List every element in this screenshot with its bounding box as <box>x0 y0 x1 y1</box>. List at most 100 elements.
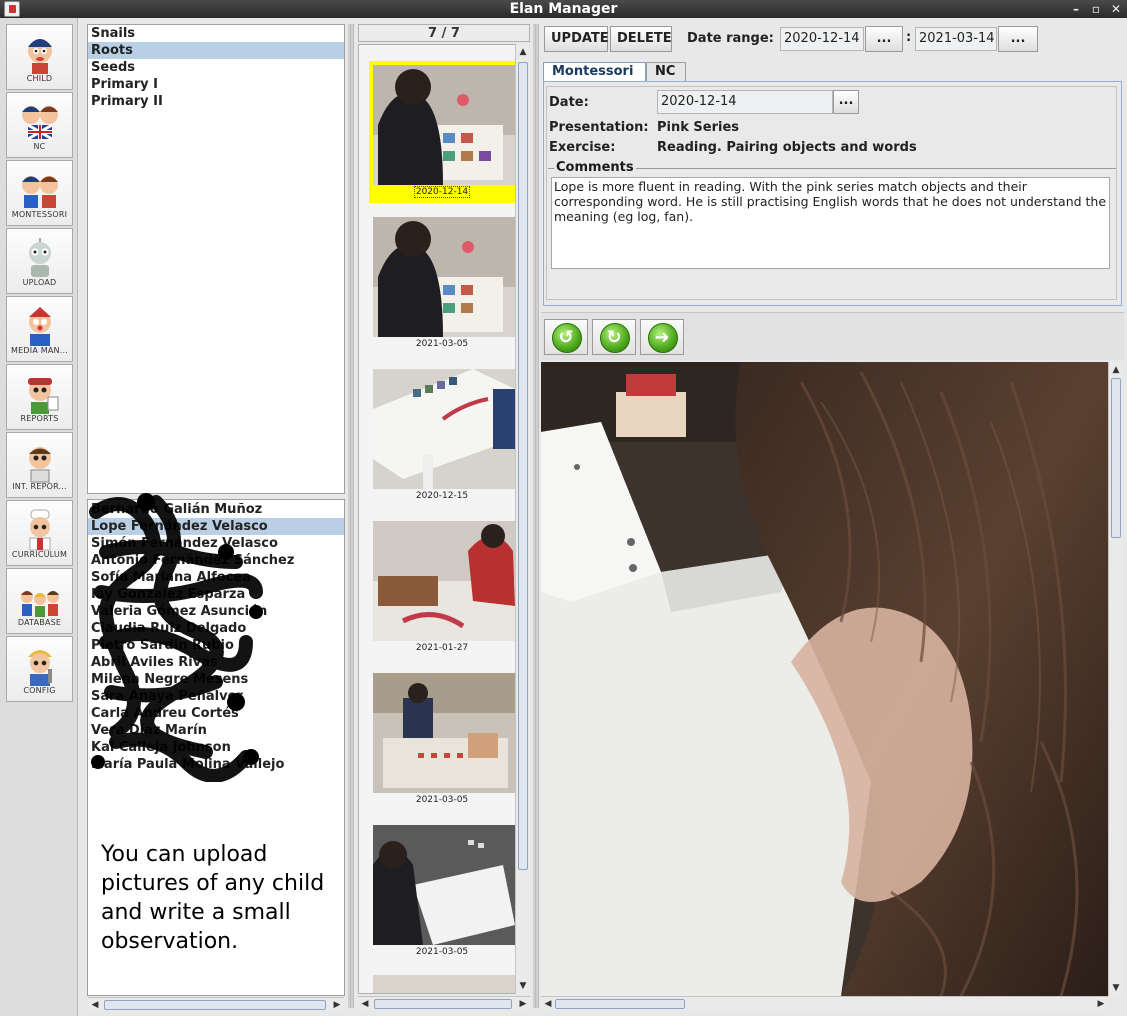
date-to-field[interactable]: 2021-03-14 <box>915 27 997 51</box>
montessori-form: Date: 2020-12-14 ... Presentation: Pink … <box>543 81 1122 306</box>
date-range-label: Date range: <box>687 31 774 46</box>
arrow-right-icon: ➜ <box>654 327 670 348</box>
scroll-down-icon[interactable]: ▼ <box>1110 982 1122 994</box>
scroll-thumb[interactable] <box>374 999 512 1009</box>
thumbnail-hscrollbar[interactable]: ◀ ▶ <box>358 996 530 1010</box>
scroll-left-icon[interactable]: ◀ <box>359 998 371 1010</box>
tab-nc[interactable]: NC <box>646 62 686 82</box>
next-button[interactable]: ➜ <box>640 319 684 355</box>
sidebar-int-reports-button[interactable]: INT. REPOR... <box>6 432 73 498</box>
thumbnail[interactable]: 2020-12-15 <box>369 365 515 507</box>
sidebar-child-button[interactable]: CHILD <box>6 24 73 90</box>
sidebar-database-button[interactable]: DATABASE <box>6 568 73 634</box>
splitter[interactable] <box>348 24 354 1008</box>
date-to-picker-button[interactable]: ... <box>998 26 1038 52</box>
scroll-right-icon[interactable]: ▶ <box>517 998 529 1010</box>
splitter[interactable] <box>533 24 539 1008</box>
list-item[interactable]: Carla Andreu Cortés <box>88 705 344 722</box>
sidebar-label: INT. REPOR... <box>12 482 67 491</box>
sidebar-label: REPORTS <box>20 414 59 423</box>
thumbnail[interactable]: 2021-03-05 <box>369 821 515 963</box>
update-button[interactable]: UPDATE <box>544 26 609 52</box>
thumbnail-image <box>373 521 515 641</box>
scroll-left-icon[interactable]: ◀ <box>542 998 554 1010</box>
thumbnail-date: 2020-12-15 <box>415 491 469 501</box>
thumbnail[interactable]: 2021-03-05 <box>369 213 515 355</box>
thumbnail-date: 2021-01-27 <box>415 643 469 653</box>
group-item[interactable]: Snails <box>88 25 344 42</box>
scroll-thumb[interactable] <box>1111 378 1121 538</box>
group-item[interactable]: Seeds <box>88 59 344 76</box>
scroll-right-icon[interactable]: ▶ <box>331 999 343 1011</box>
scroll-right-icon[interactable]: ▶ <box>1095 998 1107 1010</box>
list-item[interactable]: María Paula Molina Vallejo <box>88 756 344 773</box>
group-item[interactable]: Primary I <box>88 76 344 93</box>
thumbnail-vscrollbar[interactable]: ▲ ▼ <box>515 44 529 994</box>
minimize-button[interactable]: – <box>1071 0 1081 18</box>
sidebar-nc-button[interactable]: NC <box>6 92 73 158</box>
exercise-label: Exercise: <box>549 140 616 155</box>
scroll-up-icon[interactable]: ▲ <box>517 46 529 58</box>
thumbnail-date: 2021-03-05 <box>415 795 469 805</box>
tab-montessori[interactable]: Montessori <box>543 62 646 82</box>
child-icon <box>27 39 52 74</box>
date-from-picker-button[interactable]: ... <box>865 26 903 52</box>
exercise-value: Reading. Pairing objects and words <box>657 140 917 155</box>
list-item[interactable]: Milena Negre Mesens <box>88 671 344 688</box>
photo-hscrollbar[interactable]: ◀ ▶ <box>541 996 1108 1010</box>
photo-vscrollbar[interactable]: ▲ ▼ <box>1108 362 1122 996</box>
list-item[interactable]: Sara Anaya Peñalver <box>88 688 344 705</box>
sidebar-label: NC <box>33 142 46 151</box>
date-field[interactable]: 2020-12-14 <box>657 90 833 114</box>
thumbnail[interactable]: 2021-03-05 <box>369 669 515 811</box>
photo-counter: 7 / 7 <box>358 24 530 42</box>
list-item[interactable]: Vera Díaz Marín <box>88 722 344 739</box>
rotate-right-button[interactable]: ↻ <box>592 319 636 355</box>
list-item[interactable]: Valeria Gómez Asunción <box>88 603 344 620</box>
maximize-button[interactable]: ▫ <box>1091 0 1101 18</box>
sidebar-curriculum-button[interactable]: CURRICULUM <box>6 500 73 566</box>
list-item[interactable]: Kai Calleja Johnson <box>88 739 344 756</box>
scroll-thumb[interactable] <box>555 999 685 1009</box>
comments-textarea[interactable]: Lope is more fluent in reading. With the… <box>551 177 1110 269</box>
list-item[interactable]: Abril Aviles Rivas <box>88 654 344 671</box>
list-item[interactable]: Sofía Mariana Alfocea <box>88 569 344 586</box>
list-item[interactable]: Simón Fernández Velasco <box>88 535 344 552</box>
sidebar-media-manager-button[interactable]: MEDIA MAN... <box>6 296 73 362</box>
thumbnail[interactable]: 2021-01-27 <box>369 517 515 659</box>
scroll-left-icon[interactable]: ◀ <box>89 999 101 1011</box>
upload-hint: You can upload pictures of any child and… <box>101 842 325 954</box>
presentation-label: Presentation: <box>549 120 649 135</box>
thumbnail-image <box>373 65 515 185</box>
sidebar-montessori-button[interactable]: MONTESSORI <box>6 160 73 226</box>
date-from-field[interactable]: 2020-12-14 <box>780 27 864 51</box>
list-item[interactable]: Claudia Ruiz Delgado <box>88 620 344 637</box>
list-item-selected[interactable]: Lope Fernández Velasco <box>88 518 344 535</box>
delete-button[interactable]: DELETE <box>610 26 672 52</box>
scroll-up-icon[interactable]: ▲ <box>1110 364 1122 376</box>
rotate-right-icon: ↻ <box>606 327 622 348</box>
sidebar-upload-button[interactable]: UPLOAD <box>6 228 73 294</box>
config-icon <box>27 650 52 686</box>
thumbnail-selected[interactable]: 2020-12-14 <box>369 61 515 203</box>
thumbnail-image <box>373 369 515 489</box>
group-item[interactable]: Primary II <box>88 93 344 110</box>
thumbnail-list: 2020-12-14 2021-03-05 2020-12-15 2021-01… <box>358 44 516 994</box>
title-bar: Elan Manager – ▫ ✕ <box>0 0 1127 18</box>
sidebar-reports-button[interactable]: REPORTS <box>6 364 73 430</box>
list-item[interactable]: Iay Gonzalez Esparza <box>88 586 344 603</box>
scroll-thumb[interactable] <box>104 1000 326 1010</box>
list-item[interactable]: Pietro Sardin Rubio <box>88 637 344 654</box>
sidebar-config-button[interactable]: CONFIG <box>6 636 73 702</box>
thumbnail-image <box>373 673 515 793</box>
list-item[interactable]: Bernardo Galián Muñoz <box>88 501 344 518</box>
date-picker-button[interactable]: ... <box>833 90 859 114</box>
thumbnail-partial[interactable] <box>373 975 515 993</box>
group-item-selected[interactable]: Roots <box>88 42 344 59</box>
scroll-thumb[interactable] <box>518 62 528 870</box>
list-item[interactable]: Antonio Fernández Sánchez <box>88 552 344 569</box>
close-button[interactable]: ✕ <box>1111 0 1121 18</box>
children-hscrollbar[interactable]: ◀ ▶ <box>88 997 344 1011</box>
rotate-left-button[interactable]: ↺ <box>544 319 588 355</box>
scroll-down-icon[interactable]: ▼ <box>517 980 529 992</box>
